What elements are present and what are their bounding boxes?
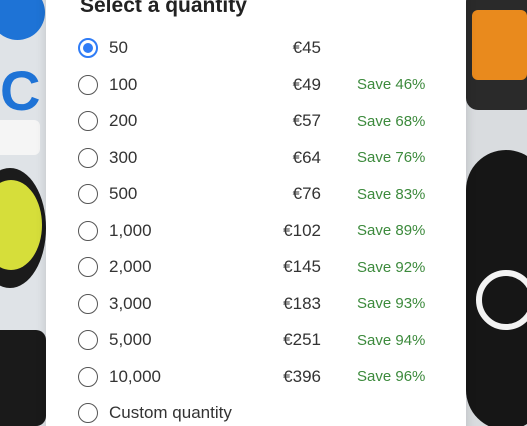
option-savings: Save 89% bbox=[357, 222, 426, 239]
dialog-title: Select a quantity bbox=[80, 0, 247, 17]
option-quantity: 2,000 bbox=[109, 257, 152, 276]
dark-sticker bbox=[0, 330, 46, 426]
quantity-option[interactable]: Custom quantity bbox=[78, 400, 458, 426]
radio-button[interactable] bbox=[78, 74, 98, 95]
option-price: €45 bbox=[292, 38, 321, 57]
option-price: €64 bbox=[292, 147, 321, 167]
option-quantity: 100 bbox=[109, 74, 138, 94]
option-savings: Save 92% bbox=[357, 258, 426, 276]
radio-button[interactable] bbox=[78, 147, 98, 168]
option-quantity: 1,000 bbox=[109, 220, 152, 240]
option-quantity: 200 bbox=[109, 111, 138, 130]
radio-button[interactable] bbox=[78, 293, 98, 314]
radio-button[interactable] bbox=[78, 366, 98, 387]
radio-button[interactable] bbox=[78, 257, 98, 277]
option-quantity: 500 bbox=[109, 184, 138, 203]
option-quantity: 300 bbox=[109, 147, 138, 167]
option-price: €145 bbox=[283, 257, 321, 276]
option-quantity: 10,000 bbox=[109, 366, 161, 386]
white-sticker bbox=[0, 120, 40, 155]
radio-button[interactable] bbox=[78, 111, 98, 131]
quantity-option[interactable]: 10,000 €396 Save 96% bbox=[78, 364, 458, 390]
option-savings: Save 46% bbox=[357, 76, 426, 93]
option-quantity: 3,000 bbox=[109, 293, 152, 313]
radio-selected-dot bbox=[83, 43, 93, 53]
radio-button[interactable] bbox=[78, 330, 98, 350]
orange-sticker-face bbox=[472, 10, 527, 80]
option-savings: Save 96% bbox=[357, 368, 426, 385]
quantity-option[interactable]: 500 €76 Save 83% bbox=[78, 181, 458, 207]
quantity-option[interactable]: 200 €57 Save 68% bbox=[78, 108, 458, 134]
letter-sticker: C bbox=[0, 59, 41, 122]
option-quantity: 50 bbox=[109, 38, 128, 57]
option-price: €251 bbox=[283, 330, 321, 349]
option-quantity: 5,000 bbox=[109, 330, 152, 349]
option-price: €76 bbox=[292, 184, 321, 203]
radio-button[interactable] bbox=[78, 403, 98, 423]
quantity-option[interactable]: 100 €49 Save 46% bbox=[78, 72, 458, 98]
quantity-option[interactable]: 2,000 €145 Save 92% bbox=[78, 254, 458, 280]
option-savings: Save 94% bbox=[357, 331, 426, 349]
option-price: €49 bbox=[292, 74, 321, 94]
option-quantity: Custom quantity bbox=[109, 403, 232, 422]
option-price: €183 bbox=[283, 293, 321, 313]
option-savings: Save 68% bbox=[357, 112, 426, 130]
white-ring-sticker bbox=[476, 270, 527, 330]
quantity-option[interactable]: 3,000 €183 Save 93% bbox=[78, 291, 458, 317]
radio-button[interactable] bbox=[78, 38, 98, 58]
quantity-option[interactable]: 5,000 €251 Save 94% bbox=[78, 327, 458, 353]
quantity-dialog bbox=[46, 0, 466, 426]
radio-button[interactable] bbox=[78, 184, 98, 204]
option-price: €102 bbox=[283, 220, 321, 240]
quantity-option[interactable]: 50 €45 bbox=[78, 35, 458, 61]
option-savings: Save 76% bbox=[357, 149, 426, 166]
radio-button[interactable] bbox=[78, 220, 98, 241]
option-savings: Save 83% bbox=[357, 185, 426, 203]
option-price: €57 bbox=[292, 111, 321, 130]
quantity-option[interactable]: 300 €64 Save 76% bbox=[78, 145, 458, 171]
option-price: €396 bbox=[283, 366, 321, 386]
quantity-option[interactable]: 1,000 €102 Save 89% bbox=[78, 218, 458, 244]
option-savings: Save 93% bbox=[357, 295, 426, 312]
